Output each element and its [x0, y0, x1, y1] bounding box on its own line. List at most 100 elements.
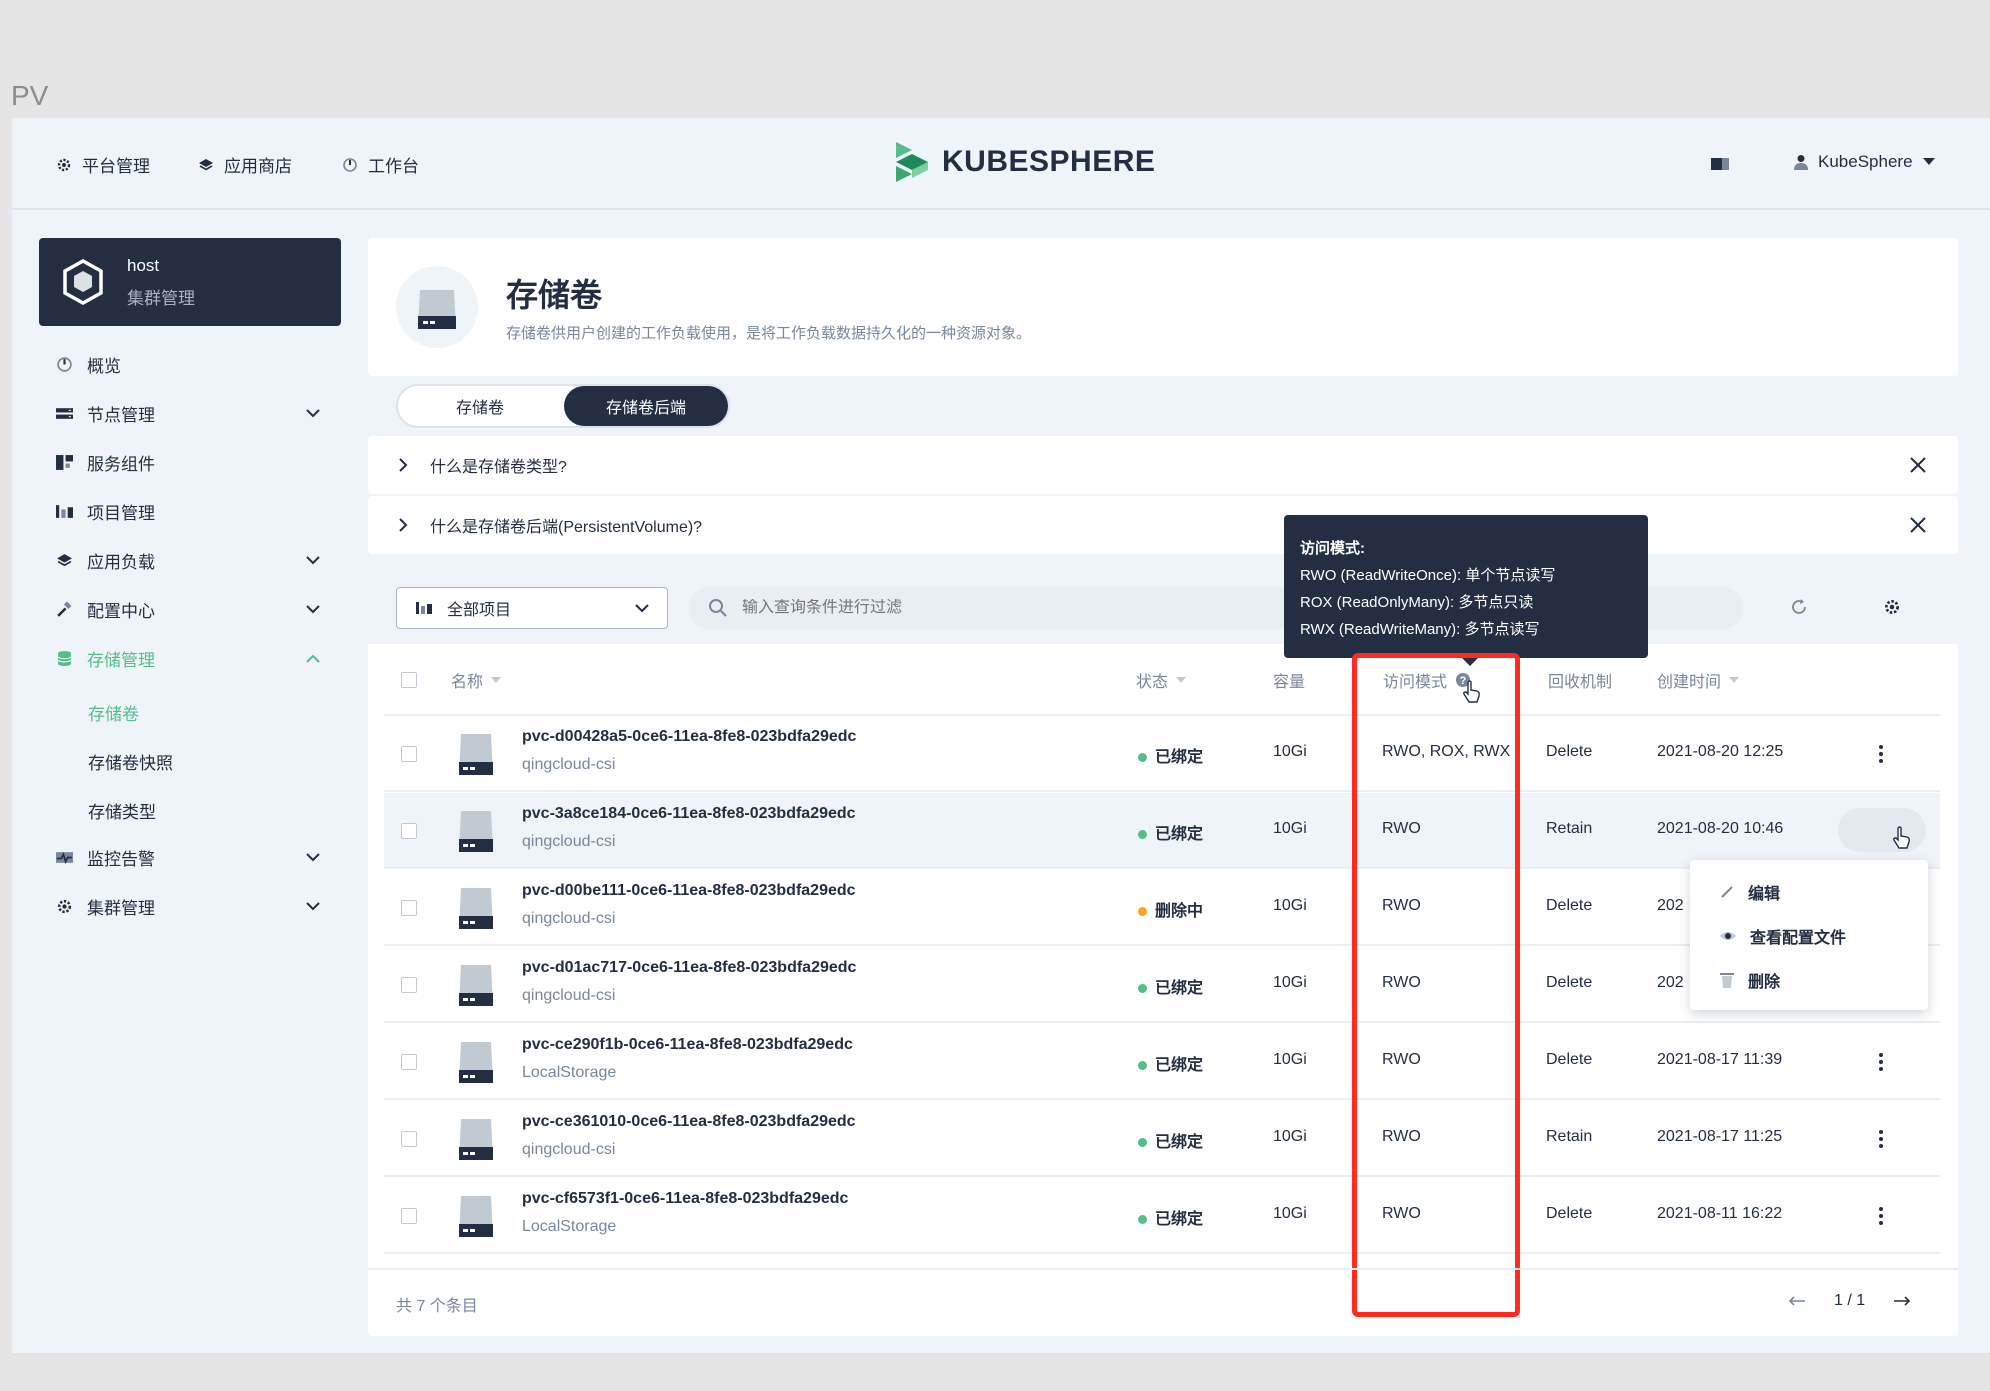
volume-icon: [456, 1038, 496, 1091]
user-menu[interactable]: KubeSphere: [1794, 152, 1935, 172]
column-header-status[interactable]: 状态: [1136, 668, 1187, 692]
row-checkbox[interactable]: [401, 1208, 417, 1224]
kubesphere-logo-icon: [896, 142, 928, 182]
pv-name[interactable]: pvc-cf6573f1-0ce6-11ea-8fe8-023bdfa29edc: [522, 1190, 848, 1208]
status-label: 已绑定: [1155, 826, 1204, 843]
arrow-right-icon[interactable]: [1893, 1296, 1911, 1306]
cluster-card[interactable]: host 集群管理: [39, 238, 341, 326]
nav-appstore[interactable]: 应用商店: [198, 152, 292, 177]
row-checkbox[interactable]: [401, 900, 417, 916]
faq-question: 什么是存储卷类型?: [430, 459, 567, 476]
row-checkbox[interactable]: [401, 977, 417, 993]
settings-gear-icon[interactable]: [1883, 598, 1901, 621]
nav-workbench[interactable]: 工作台: [342, 152, 419, 177]
tab-volumes[interactable]: 存储卷: [398, 386, 562, 426]
monitor-icon: [56, 851, 73, 864]
table-row[interactable]: pvc-3a8ce184-0ce6-11ea-8fe8-023bdfa29edc…: [384, 793, 1940, 869]
column-header-created[interactable]: 创建时间: [1657, 668, 1740, 692]
reclaim-policy-value: Delete: [1546, 1051, 1593, 1068]
sort-caret-icon: [491, 677, 502, 683]
page-label: PV: [11, 80, 49, 111]
menu-item-edit[interactable]: 编辑: [1720, 880, 1780, 904]
sidebar-item-projects[interactable]: 项目管理: [56, 494, 320, 528]
arrow-left-icon[interactable]: [1788, 1296, 1806, 1306]
capacity-value: 10Gi: [1273, 1128, 1307, 1145]
faq-storage-type[interactable]: 什么是存储卷类型?: [368, 436, 1958, 494]
table-row[interactable]: pvc-cf6573f1-0ce6-11ea-8fe8-023bdfa29edc…: [384, 1178, 1940, 1254]
created-time-value: 202: [1657, 897, 1684, 914]
select-all-checkbox[interactable]: [401, 672, 417, 688]
status-dot: [1138, 1061, 1147, 1071]
project-select[interactable]: 全部项目: [396, 587, 668, 629]
sidebar-subitem-volumes[interactable]: 存储卷: [88, 700, 139, 725]
table-row[interactable]: pvc-ce361010-0ce6-11ea-8fe8-023bdfa29edc…: [384, 1101, 1940, 1177]
more-actions-icon[interactable]: [1869, 1196, 1893, 1236]
created-time-value: 2021-08-20 10:46: [1657, 820, 1784, 837]
faq-question: 什么是存储卷后端(PersistentVolume)?: [430, 519, 703, 536]
sidebar-subitem-storageclass[interactable]: 存储类型: [88, 798, 156, 823]
status-badge: 已绑定: [1138, 743, 1203, 767]
sidebar-item-cluster-settings[interactable]: 集群管理: [56, 889, 320, 923]
sidebar-item-monitoring[interactable]: 监控告警: [56, 840, 320, 874]
logo-text: KUBESPHERE: [942, 145, 1156, 178]
close-icon[interactable]: [1910, 457, 1926, 473]
sidebar-item-workloads[interactable]: 应用负载: [56, 543, 320, 577]
close-icon[interactable]: [1910, 517, 1926, 533]
pv-name[interactable]: pvc-ce290f1b-0ce6-11ea-8fe8-023bdfa29edc: [522, 1036, 853, 1054]
pv-name[interactable]: pvc-3a8ce184-0ce6-11ea-8fe8-023bdfa29edc: [522, 805, 856, 823]
sidebar-item-storage[interactable]: 存储管理: [56, 641, 320, 675]
row-checkbox[interactable]: [401, 746, 417, 762]
more-actions-icon[interactable]: [1869, 1042, 1893, 1082]
row-checkbox[interactable]: [401, 823, 417, 839]
status-badge: 已绑定: [1138, 1128, 1203, 1152]
menu-item-delete[interactable]: 删除: [1720, 968, 1780, 992]
volume-icon: [456, 807, 496, 860]
project-icon: [56, 504, 73, 518]
page-title: 存储卷: [506, 277, 603, 313]
refresh-icon[interactable]: [1790, 598, 1808, 621]
dashboard-icon: [343, 157, 357, 172]
pv-name[interactable]: pvc-d00be111-0ce6-11ea-8fe8-023bdfa29edc: [522, 882, 856, 900]
sidebar-item-overview[interactable]: 概览: [56, 347, 320, 381]
sidebar-item-components[interactable]: 服务组件: [56, 445, 320, 479]
capacity-value: 10Gi: [1273, 1205, 1307, 1222]
sidebar-subitem-snapshots[interactable]: 存储卷快照: [88, 749, 173, 774]
cluster-name: host: [127, 255, 160, 275]
faq-pv[interactable]: 什么是存储卷后端(PersistentVolume)?: [368, 496, 1958, 554]
pv-storage-class: qingcloud-csi: [522, 1141, 616, 1158]
table-row[interactable]: pvc-ce290f1b-0ce6-11ea-8fe8-023bdfa29edc…: [384, 1024, 1940, 1100]
access-mode-highlight: [1352, 653, 1520, 1317]
status-badge: 已绑定: [1138, 1051, 1203, 1075]
pv-name[interactable]: pvc-d00428a5-0ce6-11ea-8fe8-023bdfa29edc: [522, 728, 856, 746]
total-count: 共 7 个条目: [396, 1298, 478, 1315]
menu-item-view-yaml[interactable]: 查看配置文件: [1720, 924, 1846, 948]
pv-storage-class: qingcloud-csi: [522, 987, 616, 1004]
kubesphere-logo[interactable]: KUBESPHERE: [890, 140, 1155, 184]
status-dot: [1138, 1138, 1147, 1148]
pv-storage-class: qingcloud-csi: [522, 833, 616, 850]
sidebar-item-config[interactable]: 配置中心: [56, 592, 320, 626]
sidebar-item-label: 配置中心: [87, 601, 155, 621]
database-icon: [57, 650, 72, 666]
sidebar-item-nodes[interactable]: 节点管理: [56, 396, 320, 430]
created-time-value: 202: [1657, 974, 1684, 991]
row-action-hover-bg: [1838, 808, 1926, 852]
more-actions-icon[interactable]: [1869, 734, 1893, 774]
pv-name[interactable]: pvc-ce361010-0ce6-11ea-8fe8-023bdfa29edc: [522, 1113, 856, 1131]
pv-name[interactable]: pvc-d01ac717-0ce6-11ea-8fe8-023bdfa29edc: [522, 959, 856, 977]
row-checkbox[interactable]: [401, 1054, 417, 1070]
menu-item-label: 删除: [1748, 974, 1781, 991]
status-label: 已绑定: [1155, 980, 1204, 997]
hammer-icon: [57, 600, 72, 617]
chevron-down-icon: [306, 852, 320, 861]
capacity-value: 10Gi: [1273, 974, 1307, 991]
more-actions-icon[interactable]: [1869, 1119, 1893, 1159]
capacity-value: 10Gi: [1273, 897, 1307, 914]
nav-platform[interactable]: 平台管理: [56, 152, 150, 177]
table-row[interactable]: pvc-d00428a5-0ce6-11ea-8fe8-023bdfa29edc…: [384, 716, 1940, 792]
tab-pv-backend[interactable]: 存储卷后端: [564, 386, 728, 426]
row-checkbox[interactable]: [401, 1131, 417, 1147]
column-header-name[interactable]: 名称: [451, 668, 502, 692]
cluster-icon: [63, 258, 103, 306]
notification-icon[interactable]: [1711, 157, 1729, 176]
